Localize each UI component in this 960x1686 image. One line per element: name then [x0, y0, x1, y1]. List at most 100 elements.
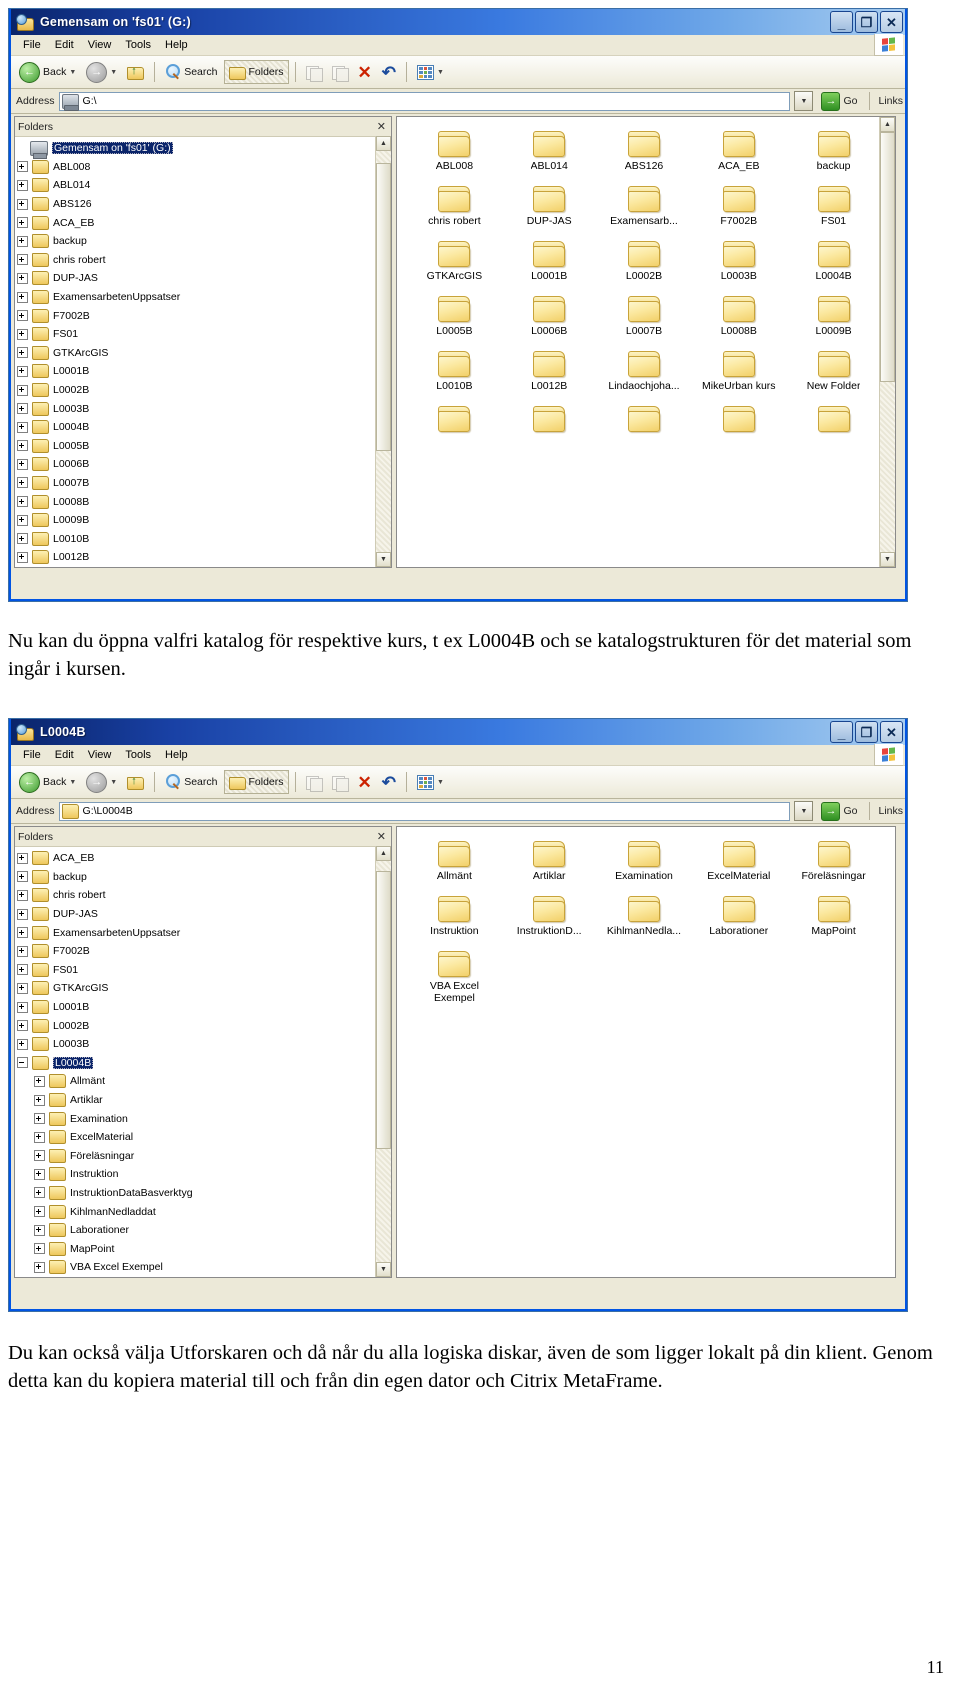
tree-item[interactable]: L0012B: [17, 548, 391, 567]
file-item[interactable]: DUP-JAS: [502, 182, 597, 237]
file-item[interactable]: [407, 402, 502, 445]
back-button[interactable]: ← Back ▼: [15, 770, 80, 794]
tree-item[interactable]: ABS126: [17, 195, 391, 214]
expand-plus-icon[interactable]: [34, 1224, 45, 1236]
tree-item[interactable]: L0008B: [17, 492, 391, 511]
expand-plus-icon[interactable]: [17, 347, 28, 359]
file-item[interactable]: MikeUrban kurs: [691, 347, 786, 402]
file-item[interactable]: MapPoint: [786, 892, 881, 947]
file-item[interactable]: Allmänt: [407, 837, 502, 892]
undo-button[interactable]: ↶: [378, 770, 400, 794]
expand-plus-icon[interactable]: [17, 982, 28, 994]
up-button[interactable]: ↑: [123, 770, 148, 794]
expand-plus-icon[interactable]: [17, 291, 28, 303]
tree-item[interactable]: L0001B: [17, 998, 391, 1017]
tree-item[interactable]: L0007B: [17, 474, 391, 493]
file-item[interactable]: L0007B: [597, 292, 692, 347]
tree-item[interactable]: ABL014: [17, 176, 391, 195]
go-button[interactable]: → Go: [817, 91, 861, 111]
window1-titlebar[interactable]: Gemensam on 'fs01' (G:) _ ❐ ✕: [11, 9, 905, 35]
move-to-button[interactable]: [302, 60, 326, 84]
tree-item[interactable]: KihlmanNedladdat: [17, 1202, 391, 1221]
go-button[interactable]: → Go: [817, 801, 861, 821]
expand-plus-icon[interactable]: [34, 1150, 45, 1162]
expand-plus-icon[interactable]: [17, 964, 28, 976]
back-dropdown-icon[interactable]: ▼: [69, 779, 76, 786]
menu-item-tools[interactable]: Tools: [118, 748, 158, 762]
copy-to-button[interactable]: [328, 770, 352, 794]
tree-item[interactable]: L0009B: [17, 511, 391, 530]
file-item[interactable]: L0010B: [407, 347, 502, 402]
address-input[interactable]: G:\L0004B: [58, 801, 791, 821]
search-button[interactable]: Search: [161, 770, 221, 794]
folders-pane-close-icon[interactable]: ✕: [377, 830, 388, 843]
menu-item-file[interactable]: File: [16, 38, 48, 52]
file-item[interactable]: L0004B: [786, 237, 881, 292]
expand-plus-icon[interactable]: [17, 852, 28, 864]
folders-pane-close-icon[interactable]: ✕: [377, 120, 388, 133]
file-item[interactable]: L0003B: [691, 237, 786, 292]
tree-item[interactable]: backup: [17, 232, 391, 251]
expand-plus-icon[interactable]: [17, 1038, 28, 1050]
tree-item[interactable]: Föreläsningar: [17, 1147, 391, 1166]
scroll-track-bottom[interactable]: [376, 1149, 391, 1262]
tree-item[interactable]: L0006B: [17, 455, 391, 474]
address-dropdown-button[interactable]: ▼: [794, 91, 814, 111]
tree-item[interactable]: Gemensam on 'fs01' (G:): [17, 139, 391, 159]
file-item[interactable]: New Folder: [786, 347, 881, 402]
scroll-down-button[interactable]: ▼: [376, 1262, 391, 1277]
copy-to-button[interactable]: [328, 60, 352, 84]
tree-item[interactable]: Examination: [17, 1109, 391, 1128]
menu-item-edit[interactable]: Edit: [48, 748, 81, 762]
file-item[interactable]: backup: [786, 127, 881, 182]
menu-item-help[interactable]: Help: [158, 748, 195, 762]
expand-plus-icon[interactable]: [17, 1001, 28, 1013]
links-label[interactable]: Links: [878, 95, 903, 107]
links-label[interactable]: Links: [878, 805, 903, 817]
expand-plus-icon[interactable]: [17, 403, 28, 415]
expand-plus-icon[interactable]: [34, 1094, 45, 1106]
views-button[interactable]: ▼: [413, 60, 448, 84]
tree-item[interactable]: L0004B: [17, 1054, 391, 1073]
window2-titlebar[interactable]: L0004B _ ❐ ✕: [11, 719, 905, 745]
window1-file-scrollbar[interactable]: ▲ ▼: [879, 117, 895, 567]
expand-plus-icon[interactable]: [17, 908, 28, 920]
file-item[interactable]: ABL014: [502, 127, 597, 182]
expand-plus-icon[interactable]: [17, 1020, 28, 1032]
window1-folder-tree[interactable]: Gemensam on 'fs01' (G:) ABL008 ABL014 ABS12…: [15, 137, 391, 567]
scroll-track-top[interactable]: [376, 861, 391, 871]
expand-plus-icon[interactable]: [17, 179, 28, 191]
menu-item-view[interactable]: View: [81, 748, 119, 762]
file-item[interactable]: Föreläsningar: [786, 837, 881, 892]
menu-item-edit[interactable]: Edit: [48, 38, 81, 52]
scroll-thumb[interactable]: [376, 163, 391, 451]
file-item[interactable]: F7002B: [691, 182, 786, 237]
expand-plus-icon[interactable]: [17, 927, 28, 939]
forward-button[interactable]: → ▼: [82, 770, 121, 794]
file-item[interactable]: Laborationer: [691, 892, 786, 947]
tree-item[interactable]: chris robert: [17, 886, 391, 905]
search-button[interactable]: Search: [161, 60, 221, 84]
collapse-minus-icon[interactable]: [17, 1057, 28, 1069]
scroll-thumb[interactable]: [376, 871, 391, 1149]
expand-plus-icon[interactable]: [34, 1113, 45, 1125]
file-item[interactable]: ABL008: [407, 127, 502, 182]
expand-plus-icon[interactable]: [34, 1168, 45, 1180]
tree-item[interactable]: Allmänt: [17, 1072, 391, 1091]
scroll-up-button[interactable]: ▲: [376, 846, 391, 861]
tree-item[interactable]: L0003B: [17, 399, 391, 418]
minimize-button[interactable]: _: [830, 11, 853, 33]
delete-button[interactable]: ✕: [354, 770, 376, 794]
window2-tree-scrollbar[interactable]: ▲ ▼: [375, 846, 391, 1277]
tree-item[interactable]: L0002B: [17, 1016, 391, 1035]
tree-item[interactable]: ABL008: [17, 158, 391, 177]
tree-item[interactable]: GTKArcGIS: [17, 344, 391, 363]
expand-plus-icon[interactable]: [17, 458, 28, 470]
window2-file-grid[interactable]: Allmänt Artiklar Examination ExcelMaterial F…: [397, 827, 895, 1014]
maximize-button[interactable]: ❐: [855, 721, 878, 743]
scroll-up-button[interactable]: ▲: [376, 136, 391, 151]
close-button[interactable]: ✕: [880, 721, 903, 743]
expand-plus-icon[interactable]: [17, 514, 28, 526]
tree-item[interactable]: F7002B: [17, 942, 391, 961]
expand-plus-icon[interactable]: [17, 477, 28, 489]
